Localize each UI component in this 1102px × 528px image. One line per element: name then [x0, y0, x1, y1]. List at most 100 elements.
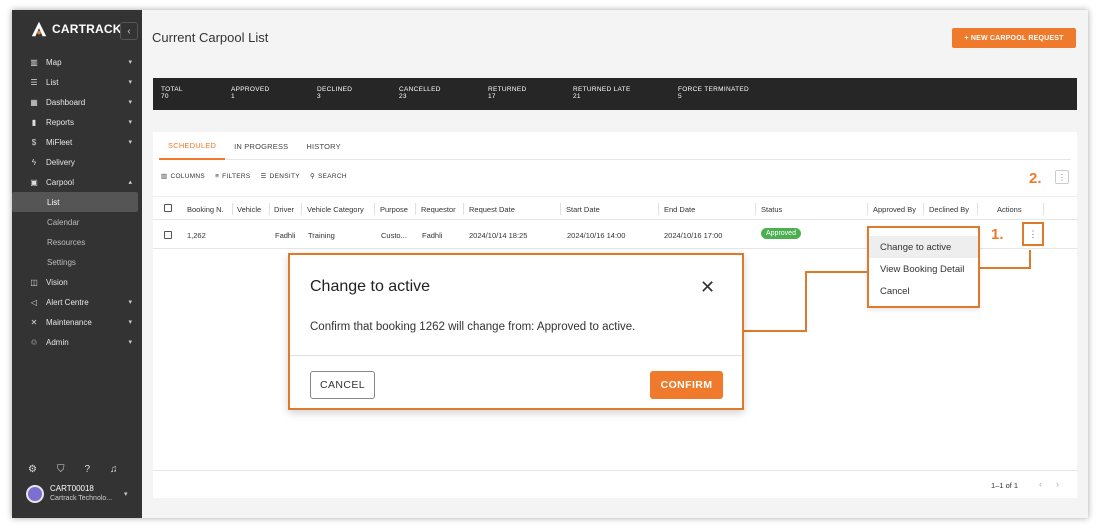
- status-badge: Approved: [761, 228, 801, 239]
- chevron-left-icon[interactable]: ‹: [1039, 479, 1042, 489]
- stat-total: TOTAL 70: [161, 86, 183, 100]
- tab-scheduled[interactable]: SCHEDULED: [159, 132, 226, 160]
- menu-item-change-to-active[interactable]: Change to active: [869, 236, 978, 258]
- brand-logo: CARTRACK: [30, 20, 122, 38]
- col-booking[interactable]: Booking N.: [187, 205, 224, 214]
- sidebar-subitem-settings[interactable]: Settings: [12, 252, 142, 272]
- new-carpool-request-button[interactable]: + NEW CARPOOL REQUEST: [952, 28, 1076, 48]
- sidebar-item-maintenance[interactable]: ✕ Maintenance ▾: [12, 312, 142, 332]
- admin-icon: ♲: [30, 337, 38, 347]
- avatar: [26, 484, 44, 503]
- col-approved-by[interactable]: Approved By: [873, 205, 916, 214]
- col-status[interactable]: Status: [761, 205, 782, 214]
- sidebar-item-label: Vision: [46, 277, 68, 287]
- user-name: CART00018: [50, 484, 94, 493]
- col-actions: Actions: [997, 205, 1022, 214]
- table-footer: 1–1 of 1 ‹ ›: [153, 470, 1077, 498]
- dialog-title: Change to active: [310, 278, 431, 295]
- cell-category: Training: [308, 231, 335, 240]
- menu-item-view-booking-detail[interactable]: View Booking Detail: [869, 258, 978, 280]
- col-vehicle[interactable]: Vehicle: [237, 205, 261, 214]
- confirm-button[interactable]: CONFIRM: [650, 371, 723, 399]
- brand-name: CARTRACK: [52, 22, 122, 36]
- app-window: CARTRACK ‹ ▥ Map ▾ ☰ List ▾ ▦ Dashboard ▾ ▮ Rep…: [12, 10, 1088, 518]
- dollar-icon: $: [31, 137, 37, 147]
- sidebar-item-mifleet[interactable]: $ MiFleet ▾: [12, 132, 142, 152]
- bell-icon[interactable]: ♫: [110, 464, 118, 475]
- cell-booking: 1,262: [187, 231, 206, 240]
- col-requestor[interactable]: Requestor: [421, 205, 456, 214]
- sidebar-item-label: Delivery: [46, 157, 75, 167]
- col-vehicle-category[interactable]: Vehicle Category: [307, 205, 364, 214]
- sidebar-item-label: Carpool: [46, 177, 75, 187]
- chevron-down-icon: ▾: [128, 59, 132, 66]
- stat-force-terminated: FORCE TERMINATED 5: [678, 86, 750, 100]
- stat-returned-late: RETURNED LATE 21: [573, 86, 631, 100]
- sidebar-item-label: Dashboard: [46, 97, 86, 107]
- density-icon: ☰: [260, 173, 267, 180]
- row-actions-button[interactable]: ⋮: [1022, 222, 1044, 246]
- cell-purpose: Custo...: [381, 231, 407, 240]
- stats-bar: TOTAL 70 APPROVED 1 DECLINED 3 CANCELLED 23 …: [153, 78, 1077, 110]
- search-button[interactable]: ⚲ SEARCH: [309, 172, 347, 181]
- sidebar-item-label: MiFleet: [46, 137, 73, 147]
- chevron-down-icon: ▾: [128, 79, 132, 86]
- sidebar-item-label: Admin: [46, 337, 69, 347]
- cancel-button[interactable]: CANCEL: [310, 371, 375, 399]
- collapse-sidebar-button[interactable]: ‹: [120, 22, 138, 40]
- tools-icon: ✕: [30, 317, 38, 327]
- chevron-down-icon: ▾: [128, 99, 132, 106]
- settings-icon[interactable]: ⚙: [28, 464, 37, 475]
- row-checkbox[interactable]: [164, 231, 172, 239]
- shield-icon[interactable]: ⛉: [57, 464, 65, 475]
- sidebar-item-admin[interactable]: ♲ Admin ▾: [12, 332, 142, 352]
- col-start-date[interactable]: Start Date: [566, 205, 600, 214]
- sidebar-item-alert-centre[interactable]: ◁ Alert Centre ▾: [12, 292, 142, 312]
- sidebar-subitem-list[interactable]: List: [12, 192, 138, 212]
- table-toolbar: ▥ COLUMNS ≡ FILTERS ☰ DENSITY ⚲ SEARCH: [161, 172, 347, 181]
- columns-button[interactable]: ▥ COLUMNS: [161, 172, 205, 181]
- sidebar-utility-icons: ⚙ ⛉ ? ♫: [28, 464, 118, 475]
- col-driver[interactable]: Driver: [274, 205, 294, 214]
- sidebar-item-map[interactable]: ▥ Map ▾: [12, 52, 142, 72]
- filters-button[interactable]: ≡ FILTERS: [215, 172, 250, 180]
- sidebar-item-reports[interactable]: ▮ Reports ▾: [12, 112, 142, 132]
- chevron-down-icon: ▾: [128, 339, 132, 346]
- annotation-step-1: 1.: [991, 226, 1004, 243]
- change-to-active-dialog: Change to active ✕ Confirm that booking …: [288, 253, 744, 410]
- map-icon: ▥: [30, 57, 38, 67]
- tab-history[interactable]: HISTORY: [297, 132, 349, 160]
- sidebar-item-list[interactable]: ☰ List ▾: [12, 72, 142, 92]
- more-options-icon[interactable]: ⋮: [1055, 170, 1069, 184]
- sidebar-item-dashboard[interactable]: ▦ Dashboard ▾: [12, 92, 142, 112]
- user-profile[interactable]: CART00018 Cartrack Technolo... ▾: [26, 484, 128, 503]
- filter-icon: ≡: [215, 172, 220, 180]
- cartrack-logo-icon: [31, 21, 47, 37]
- select-all-checkbox[interactable]: [164, 204, 172, 212]
- sidebar: CARTRACK ‹ ▥ Map ▾ ☰ List ▾ ▦ Dashboard ▾ ▮ Rep…: [12, 10, 142, 518]
- menu-item-cancel[interactable]: Cancel: [869, 280, 978, 302]
- page-title: Current Carpool List: [152, 30, 269, 45]
- stat-cancelled: CANCELLED 23: [399, 86, 441, 100]
- search-icon: ⚲: [309, 173, 315, 180]
- cell-requestor: Fadhli: [422, 231, 443, 240]
- close-icon[interactable]: ✕: [700, 277, 715, 298]
- user-company: Cartrack Technolo...: [50, 495, 113, 502]
- sidebar-item-delivery[interactable]: ϟ Delivery: [12, 152, 142, 172]
- sidebar-item-vision[interactable]: ◫ Vision: [12, 272, 142, 292]
- list-icon: ☰: [30, 77, 38, 87]
- stat-declined: DECLINED 3: [317, 86, 353, 100]
- col-declined-by[interactable]: Declined By: [929, 205, 969, 214]
- stat-returned: RETURNED 17: [488, 86, 527, 100]
- chevron-right-icon[interactable]: ›: [1056, 479, 1059, 489]
- sidebar-subitem-resources[interactable]: Resources: [12, 232, 142, 252]
- tab-in-progress[interactable]: IN PROGRESS: [225, 132, 297, 160]
- density-button[interactable]: ☰ DENSITY: [260, 172, 300, 181]
- megaphone-icon: ◁: [30, 297, 38, 307]
- help-icon[interactable]: ?: [84, 464, 90, 475]
- col-request-date[interactable]: Request Date: [469, 205, 515, 214]
- col-end-date[interactable]: End Date: [664, 205, 695, 214]
- col-purpose[interactable]: Purpose: [380, 205, 408, 214]
- sidebar-subitem-calendar[interactable]: Calendar: [12, 212, 142, 232]
- sidebar-item-carpool[interactable]: ▣ Carpool ▴: [12, 172, 142, 192]
